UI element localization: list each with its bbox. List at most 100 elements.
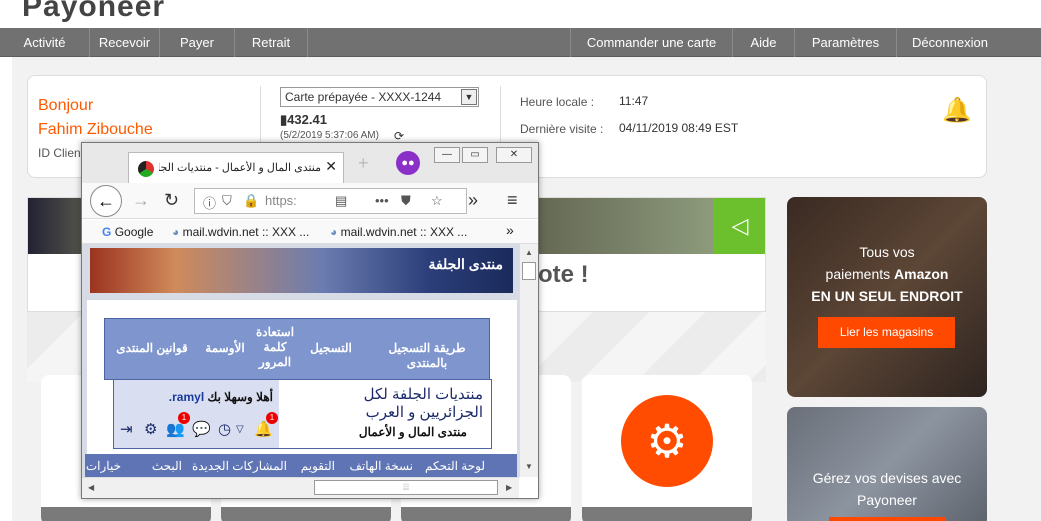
vertical-scroll-thumb[interactable]: [522, 262, 536, 280]
nav-options[interactable]: خيارات: [86, 459, 121, 473]
card-select[interactable]: Carte prépayée - XXXX-1244 ▼: [280, 87, 479, 107]
bookmarks-overflow-icon[interactable]: »: [506, 222, 514, 238]
scroll-up-icon[interactable]: ▲: [525, 248, 533, 257]
scroll-right-icon[interactable]: ▶: [506, 483, 512, 492]
forward-arrow-icon[interactable]: →: [132, 190, 150, 211]
globe-icon: ◕: [172, 225, 180, 239]
balance-timestamp: (5/2/2019 5:37:06 AM): [280, 130, 379, 141]
nav-retrait[interactable]: Retrait: [235, 28, 308, 57]
user-icons: ⇥ ⚙ 👥 1 💬 ◷ ▽ 🔔 1: [120, 412, 280, 440]
settings-tile[interactable]: ⚙: [582, 375, 752, 521]
nav-activite[interactable]: Activité: [0, 28, 90, 57]
chevron-down-icon[interactable]: ▼: [461, 89, 477, 105]
clock-icon[interactable]: ◷: [218, 420, 231, 438]
link-stores-button[interactable]: Lier les magasins: [818, 317, 955, 348]
amazon-promo-card[interactable]: Tous vos paiements Amazon EN UN SEUL END…: [787, 197, 987, 397]
nav-control-panel[interactable]: لوحة التحكم: [425, 459, 485, 473]
nav-search[interactable]: البحث: [152, 459, 182, 473]
horizontal-scroll-thumb[interactable]: ⦙⦙⦙: [314, 480, 498, 495]
google-icon: G: [102, 225, 112, 239]
forum-menu-bar: طريقة التسجيل بالمنتدى التسجيل استعادة ك…: [104, 318, 490, 380]
welcome-text: أهلا وسهلا بك ramyl.: [169, 390, 273, 404]
more-actions-icon[interactable]: •••: [375, 193, 389, 208]
tile-footer: [221, 507, 391, 521]
close-window-button[interactable]: ✕: [496, 147, 532, 163]
currency-promo-card[interactable]: Gérez vos devises avec Payoneer: [787, 407, 987, 521]
info-icon[interactable]: ⓘ: [203, 193, 216, 212]
menu-register[interactable]: التسجيل: [305, 341, 357, 356]
nav-parametres[interactable]: Paramètres: [794, 28, 896, 57]
bookmarks-bar: G Google ◕ mail.wdvin.net :: XXX ... ◕ m…: [82, 220, 538, 244]
bookmark-mail-1[interactable]: ◕ mail.wdvin.net :: XXX ...: [172, 225, 309, 239]
hamburger-menu-icon[interactable]: ≡: [507, 190, 518, 211]
browser-tab[interactable]: منتدى المال و الأعمال - منتديات الجلفة ✕: [128, 152, 344, 183]
nav-mobile-version[interactable]: نسخة الهاتف: [350, 459, 414, 473]
balance-amount: 432.41: [287, 112, 327, 127]
site-favicon-icon: [138, 161, 154, 177]
menu-password-recovery[interactable]: استعادة كلمة المرور: [251, 325, 299, 370]
hero-arrow-button[interactable]: ◁: [713, 198, 765, 254]
reload-icon[interactable]: ↻: [164, 190, 179, 211]
scroll-left-icon[interactable]: ◀: [88, 483, 94, 492]
scroll-down-icon[interactable]: ▼: [525, 462, 533, 471]
pocket-icon[interactable]: ⛊: [401, 193, 411, 209]
user-panel: أهلا وسهلا بك ramyl. ⇥ ⚙ 👥 1 💬 ◷ ▽ 🔔 1: [114, 380, 279, 448]
logo-text: Payoneer: [22, 0, 166, 23]
gear-icon: ⚙: [621, 395, 713, 487]
close-tab-icon[interactable]: ✕: [325, 158, 337, 175]
forum-title[interactable]: منتديات الجلفة لكل الجزائريين و العرب: [364, 386, 483, 422]
browser-titlebar: منتدى المال و الأعمال - منتديات الجلفة ✕…: [82, 143, 538, 183]
currency-promo-button[interactable]: [829, 517, 946, 521]
currency-promo-text: Gérez vos devises avec Payoneer: [787, 467, 987, 511]
chevron-down-icon[interactable]: ▽: [236, 424, 244, 435]
menu-medals[interactable]: الأوسمة: [201, 341, 249, 356]
nav-aide[interactable]: Aide: [732, 28, 794, 57]
messages-icon[interactable]: 💬: [192, 420, 211, 438]
bookmark-star-icon[interactable]: ☆: [431, 193, 443, 209]
nav-payer[interactable]: Payer: [160, 28, 235, 57]
maximize-button[interactable]: ▭: [462, 147, 488, 163]
hero-text: ote !: [538, 261, 589, 288]
vertical-scrollbar[interactable]: ▲ ▼: [519, 244, 538, 477]
url-bar[interactable]: ⓘ ⛉ 🔒 https: ▤ ••• ⛊ ☆: [194, 188, 467, 214]
nav-calendar[interactable]: التقويم: [301, 459, 335, 473]
nav-deconnexion[interactable]: Déconnexion: [896, 28, 1003, 57]
last-visit-value: 04/11/2019 08:49 EST: [619, 121, 739, 135]
promo-line-3: EN UN SEUL ENDROIT: [811, 288, 963, 304]
menu-forum-rules[interactable]: قوانين المنتدى: [107, 341, 197, 356]
nav-recevoir[interactable]: Recevoir: [90, 28, 160, 57]
new-tab-icon[interactable]: +: [358, 153, 369, 174]
globe-icon: ◕: [330, 225, 338, 239]
friends-badge: 1: [178, 412, 190, 424]
browser-window[interactable]: منتدى المال و الأعمال - منتديات الجلفة ✕…: [81, 142, 539, 499]
currency-line-2: Payoneer: [857, 492, 917, 508]
payoneer-logo[interactable]: Payoneer: [22, 0, 165, 24]
settings-gear-icon[interactable]: ⚙: [144, 420, 157, 438]
bookmark-google[interactable]: G Google: [102, 225, 153, 239]
tile-footer: [401, 507, 571, 521]
nav-new-posts[interactable]: المشاركات الجديدة: [192, 459, 287, 473]
forum-user-box: أهلا وسهلا بك ramyl. ⇥ ⚙ 👥 1 💬 ◷ ▽ 🔔 1 م…: [113, 379, 492, 449]
sub-forum-link[interactable]: منتدى المال و الأعمال: [359, 425, 467, 439]
logout-icon[interactable]: ⇥: [120, 420, 133, 438]
menu-registration-method[interactable]: طريقة التسجيل بالمنتدى: [367, 341, 487, 371]
local-time-label: Heure locale :: [520, 95, 595, 109]
refresh-icon[interactable]: ⟳: [394, 129, 404, 143]
username[interactable]: ramyl.: [169, 390, 204, 404]
tile-footer: [41, 507, 211, 521]
promo-line-1: Tous vos: [859, 244, 915, 260]
tile-footer: [582, 507, 752, 521]
horizontal-scrollbar[interactable]: ◀ ⦙⦙⦙ ▶: [82, 477, 519, 498]
bookmark-mail-2[interactable]: ◕ mail.wdvin.net :: XXX ...: [330, 225, 467, 239]
back-arrow-icon[interactable]: ←: [90, 185, 122, 217]
nav-commander-carte[interactable]: Commander une carte: [570, 28, 732, 57]
welcome-greeting: أهلا وسهلا بك: [207, 390, 273, 404]
bell-icon[interactable]: 🔔: [942, 96, 972, 126]
browser-toolbar: ← → ↻ ⓘ ⛉ 🔒 https: ▤ ••• ⛊ ☆ » ≡: [82, 183, 538, 219]
overflow-chevron-icon[interactable]: »: [468, 190, 478, 211]
forum-title-line-1: منتديات الجلفة لكل: [363, 386, 483, 403]
forum-logo[interactable]: منتدى الجلفة: [428, 256, 503, 273]
minimize-button[interactable]: —: [434, 147, 460, 163]
reader-view-icon[interactable]: ▤: [335, 193, 347, 209]
shield-icon[interactable]: ⛉: [222, 193, 232, 209]
